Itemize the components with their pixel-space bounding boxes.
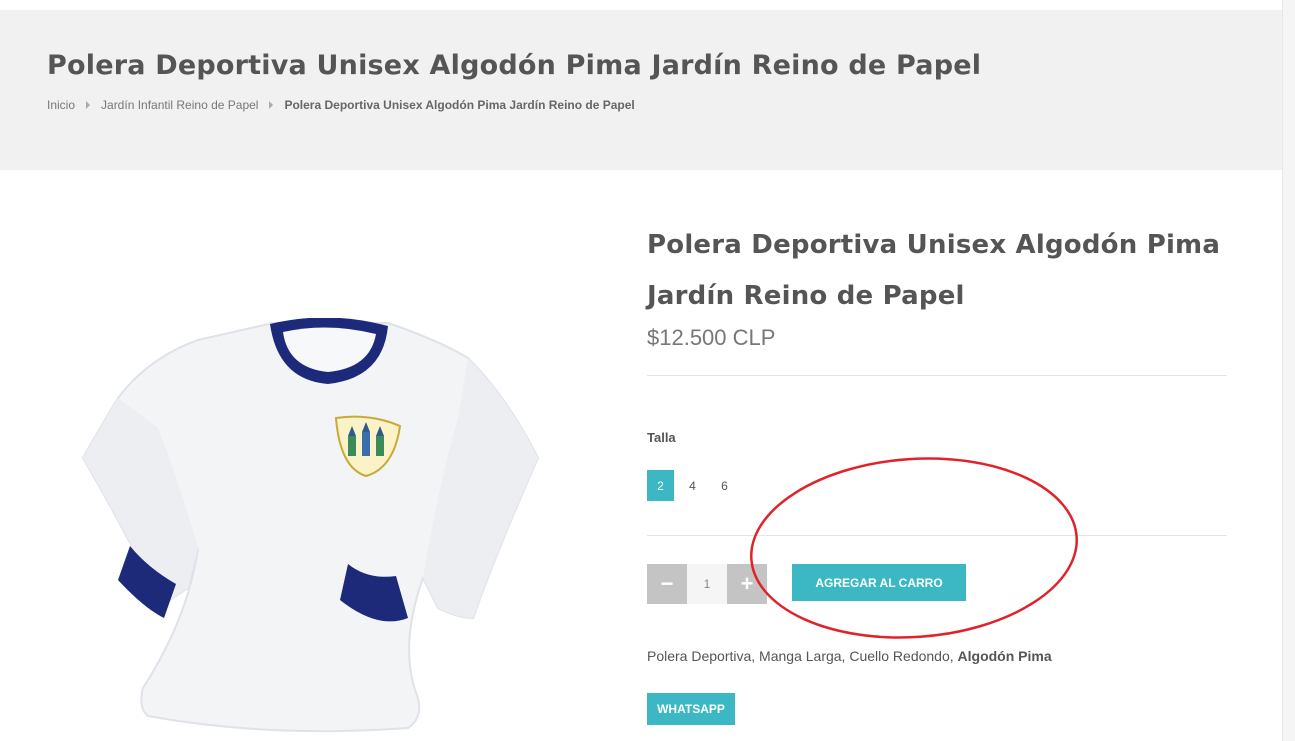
size-label: Talla bbox=[647, 430, 676, 445]
page-title: Polera Deportiva Unisex Algodón Pima Jar… bbox=[47, 50, 982, 81]
long-sleeve-shirt-image bbox=[81, 317, 540, 733]
red-circle-annotation bbox=[750, 457, 1078, 639]
product-title: Polera Deportiva Unisex Algodón Pima Jar… bbox=[647, 230, 1221, 311]
breadcrumb-home-link[interactable]: Inicio bbox=[47, 98, 75, 112]
quantity-input[interactable] bbox=[687, 564, 727, 604]
divider bbox=[647, 375, 1227, 376]
page-header: Polera Deportiva Unisex Algodón Pima Jar… bbox=[0, 10, 1282, 170]
description-text: Polera Deportiva, Manga Larga, Cuello Re… bbox=[647, 648, 958, 664]
chevron-right-icon bbox=[86, 101, 91, 109]
product-image[interactable] bbox=[78, 317, 548, 738]
breadcrumb-category-link[interactable]: Jardín Infantil Reino de Papel bbox=[101, 98, 258, 112]
product-description: Polera Deportiva, Manga Larga, Cuello Re… bbox=[647, 648, 1052, 664]
product-price: $12.500 CLP bbox=[647, 325, 776, 350]
quantity-decrement-button[interactable]: − bbox=[647, 564, 687, 604]
breadcrumb-current: Polera Deportiva Unisex Algodón Pima Jar… bbox=[284, 98, 635, 112]
size-options: 2 4 6 bbox=[647, 470, 743, 501]
size-option-4[interactable]: 4 bbox=[679, 470, 706, 501]
scrollbar[interactable] bbox=[1282, 0, 1295, 741]
size-option-2[interactable]: 2 bbox=[647, 470, 674, 501]
top-strip bbox=[0, 0, 1282, 10]
description-material: Algodón Pima bbox=[957, 648, 1052, 664]
whatsapp-button[interactable]: WHATSAPP bbox=[647, 693, 735, 725]
breadcrumb: Inicio Jardín Infantil Reino de Papel Po… bbox=[47, 98, 635, 112]
size-option-6[interactable]: 6 bbox=[711, 470, 738, 501]
chevron-right-icon bbox=[269, 101, 274, 109]
